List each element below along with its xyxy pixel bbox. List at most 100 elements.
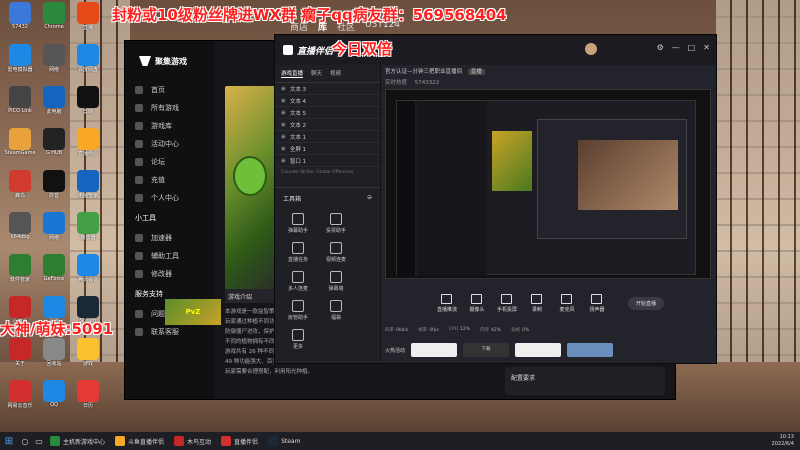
toolbox-item[interactable]: 多人连麦 bbox=[285, 271, 311, 292]
eye-icon[interactable]: ◉ bbox=[281, 134, 286, 140]
minimize-icon[interactable]: — bbox=[672, 43, 680, 52]
desktop-icon[interactable]: 直播 bbox=[70, 2, 106, 31]
link-icon bbox=[135, 310, 143, 318]
desktop-icon[interactable]: GeForce bbox=[36, 254, 72, 282]
stream-tool[interactable]: 录制 bbox=[522, 293, 552, 313]
desktop-icon[interactable]: SteamGame bbox=[2, 128, 38, 156]
close-icon[interactable]: ✕ bbox=[703, 43, 710, 52]
streaming-window[interactable]: 直播伴侣 ⚙ — □ ✕ 游戏直播 聊天 视频 ◉ 文本 3 ◉ 文本 4 ◉ 文本 5 ◉ 文本… bbox=[274, 34, 717, 364]
scene-item[interactable]: ◉ 文本 2 bbox=[275, 119, 380, 131]
launcher-nav-item[interactable]: 论坛 bbox=[125, 153, 215, 171]
taskbar-app[interactable]: 直播伴侣 bbox=[217, 433, 262, 449]
launcher-nav-item[interactable]: 游戏库 bbox=[125, 117, 215, 135]
eye-icon[interactable]: ◉ bbox=[281, 86, 286, 92]
launcher-nav-item[interactable]: 所有游戏 bbox=[125, 99, 215, 117]
desktop-icon[interactable]: 播放器 bbox=[70, 212, 106, 241]
launcher-logo[interactable]: 聚集游戏 bbox=[125, 41, 215, 81]
stream-tool[interactable]: 手机投屏 bbox=[492, 293, 522, 313]
desktop-icon[interactable]: 剪映 bbox=[70, 86, 106, 115]
toolbox-item[interactable]: 弹幕墙 bbox=[323, 271, 349, 292]
desktop-icon[interactable]: 网络 bbox=[36, 44, 72, 73]
toolbox-item[interactable]: 福袋 bbox=[323, 300, 349, 321]
toolbox-item[interactable]: 投票助手 bbox=[323, 213, 349, 234]
toolbox-item[interactable]: 弹幕助手 bbox=[285, 213, 311, 234]
taskbar-app[interactable]: Steam bbox=[264, 433, 304, 449]
activity-card-4[interactable] bbox=[567, 343, 614, 357]
launcher-tool-item[interactable]: 辅助工具 bbox=[125, 247, 215, 265]
scene-item[interactable]: ◉ 文本 5 bbox=[275, 107, 380, 119]
launcher-nav-item[interactable]: 充值 bbox=[125, 171, 215, 189]
eye-icon[interactable]: ◉ bbox=[281, 158, 286, 164]
desktop-icon[interactable]: 软件管家 bbox=[2, 254, 38, 283]
toolbox-item[interactable]: 房管助手 bbox=[285, 300, 311, 321]
scene-item[interactable]: ◉ 文本 4 bbox=[275, 95, 380, 107]
eye-icon[interactable]: ◉ bbox=[281, 122, 286, 128]
activity-card-1[interactable] bbox=[411, 343, 458, 357]
launcher-tool-item[interactable]: 加速器 bbox=[125, 229, 215, 247]
toolbox-item[interactable]: 直播任务 bbox=[285, 242, 311, 263]
obs-tab[interactable]: 视频 bbox=[330, 69, 341, 78]
game-info-tab[interactable]: 游戏介绍 bbox=[225, 289, 275, 303]
stream-tool[interactable]: 扬声器 bbox=[582, 293, 612, 313]
desktop-icon[interactable]: 电脑管家 bbox=[70, 170, 106, 199]
scene-item[interactable]: ◉ 全屏 1 bbox=[275, 143, 380, 155]
stream-tool[interactable]: 直播推流 bbox=[432, 293, 462, 313]
scene-item[interactable]: ◉ 窗口 1 bbox=[275, 155, 380, 167]
launcher-link-item[interactable]: 联系客服 bbox=[125, 323, 215, 341]
settings-icon[interactable]: ⚙ bbox=[657, 43, 664, 52]
desktop-icon[interactable]: 网络 bbox=[36, 212, 72, 241]
clock-date[interactable]: 2022/6/4 bbox=[772, 441, 794, 448]
desktop-icon[interactable]: 雷电模拟器 bbox=[2, 44, 38, 73]
desktop-icon[interactable]: 抖音 bbox=[36, 170, 72, 199]
toolbox-expand-icon[interactable]: ⊖ bbox=[367, 194, 372, 203]
eye-icon[interactable]: ◉ bbox=[281, 98, 286, 104]
desktop-icon[interactable]: 网易云音乐 bbox=[2, 380, 38, 409]
stream-tool[interactable]: 麦克风 bbox=[552, 293, 582, 313]
desktop-icon[interactable]: 回收站 bbox=[36, 338, 72, 367]
taskbar-app[interactable]: 木鸟互动 bbox=[170, 433, 215, 449]
activity-card-3[interactable] bbox=[515, 343, 562, 357]
launcher-nav-item[interactable]: 个人中心 bbox=[125, 189, 215, 207]
task-view-icon[interactable]: ▭ bbox=[32, 437, 46, 446]
desktop-icon[interactable]: X64dbg bbox=[2, 212, 38, 240]
desktop-icon[interactable]: 游戏 bbox=[70, 338, 106, 367]
start-stream-button[interactable]: 开始直播 bbox=[627, 296, 664, 310]
launcher-tool-item[interactable]: 修改器 bbox=[125, 265, 215, 283]
desktop-icon[interactable]: PICO Link bbox=[2, 86, 38, 114]
desktop-icon[interactable]: Chrome bbox=[36, 2, 72, 30]
desktop-icon[interactable]: G HUB bbox=[36, 128, 72, 156]
toolbox-item[interactable]: 视频连麦 bbox=[323, 242, 349, 263]
toolbox-item[interactable]: 更多 bbox=[285, 329, 311, 350]
obs-avatar[interactable] bbox=[585, 43, 597, 55]
stream-tool[interactable]: 摄像头 bbox=[462, 293, 492, 313]
start-icon[interactable]: ⊞ bbox=[0, 436, 18, 447]
toolbox-icon bbox=[330, 300, 342, 312]
scene-item[interactable]: ◉ 文本 3 bbox=[275, 83, 380, 95]
taskbar-app[interactable]: 主机新游戏中心 bbox=[46, 433, 109, 449]
obs-tab[interactable]: 游戏直播 bbox=[281, 69, 304, 78]
desktop-icon[interactable]: QQ bbox=[36, 380, 72, 408]
stream-title[interactable]: 官方认证—分钟三把职业直播间 bbox=[385, 69, 462, 75]
launcher-nav-item[interactable]: 首页 bbox=[125, 81, 215, 99]
stream-tool-label: 手机投屏 bbox=[496, 306, 517, 313]
desktop-icon[interactable]: 直播伴侣 bbox=[70, 128, 106, 157]
eye-icon[interactable]: ◉ bbox=[281, 146, 286, 152]
maximize-icon[interactable]: □ bbox=[688, 43, 696, 52]
desktop-icon[interactable]: 57432 bbox=[2, 2, 38, 30]
scene-item[interactable]: ◉ 文本 1 bbox=[275, 131, 380, 143]
taskbar-app[interactable]: 斗鱼直播伴侣 bbox=[111, 433, 168, 449]
desktop-icon[interactable]: 百度网盘 bbox=[70, 44, 106, 73]
activity-card-2[interactable]: 下载 bbox=[463, 343, 510, 357]
obs-tab[interactable]: 聊天 bbox=[311, 69, 322, 78]
eye-icon[interactable]: ◉ bbox=[281, 110, 286, 116]
clock-time[interactable]: 10:13 bbox=[772, 434, 794, 441]
desktop-icon[interactable]: 此电脑 bbox=[36, 86, 72, 115]
launcher-nav-item[interactable]: 活动中心 bbox=[125, 135, 215, 153]
desktop-icon[interactable]: 腾讯会议 bbox=[70, 254, 106, 283]
search-icon[interactable]: ○ bbox=[18, 437, 32, 446]
game-thumbnail[interactable]: PvZ bbox=[165, 299, 221, 325]
desktop-icon[interactable]: 日历 bbox=[70, 380, 106, 409]
preview-canvas[interactable] bbox=[385, 89, 711, 279]
desktop-icon[interactable]: 关于 bbox=[2, 338, 38, 367]
desktop-icon[interactable]: 蜂鸟 bbox=[2, 170, 38, 199]
